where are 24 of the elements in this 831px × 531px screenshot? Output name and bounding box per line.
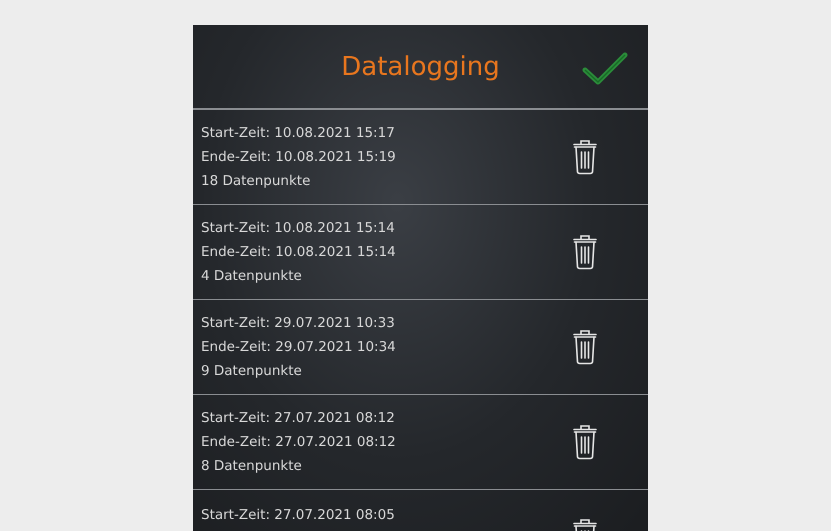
page-title: Datalogging: [341, 54, 500, 80]
end-time: Ende-Zeit: 10.08.2021 15:19: [201, 148, 396, 167]
start-time: Start-Zeit: 27.07.2021 08:05: [201, 506, 395, 525]
start-time: Start-Zeit: 27.07.2021 08:12: [201, 409, 396, 428]
start-time: Start-Zeit: 10.08.2021 15:17: [201, 124, 396, 143]
data-point-count: 8 Datenpunkte: [201, 457, 303, 476]
end-time: Ende-Zeit: 10.08.2021 15:14: [201, 243, 396, 262]
data-point-count: 18 Datenpunkte: [201, 172, 312, 191]
log-entry[interactable]: Start-Zeit: 29.07.2021 10:33 Ende-Zeit: 29.07.2021 10:34 9 Datenpunkte: [193, 300, 648, 395]
start-time: Start-Zeit: 29.07.2021 10:33: [201, 314, 396, 333]
log-entry[interactable]: Start-Zeit: 27.07.2021 08:12 Ende-Zeit: 27.07.2021 08:12 8 Datenpunkte: [193, 395, 648, 490]
log-entry[interactable]: Start-Zeit: 27.07.2021 08:05: [193, 490, 648, 531]
trash-icon[interactable]: [572, 234, 598, 270]
data-point-count: 4 Datenpunkte: [201, 267, 303, 286]
data-point-count: 9 Datenpunkte: [201, 362, 303, 381]
log-entry[interactable]: Start-Zeit: 10.08.2021 15:17 Ende-Zeit: 10.08.2021 15:19 18 Datenpunkte: [193, 110, 648, 205]
end-time: Ende-Zeit: 27.07.2021 08:12: [201, 433, 396, 452]
end-time: Ende-Zeit: 29.07.2021 10:34: [201, 338, 396, 357]
trash-icon[interactable]: [572, 139, 598, 175]
start-time: Start-Zeit: 10.08.2021 15:14: [201, 219, 396, 238]
log-entry[interactable]: Start-Zeit: 10.08.2021 15:14 Ende-Zeit: 10.08.2021 15:14 4 Datenpunkte: [193, 205, 648, 300]
trash-icon[interactable]: [572, 329, 598, 365]
checkmark-button[interactable]: [582, 51, 628, 87]
trash-icon[interactable]: [572, 424, 598, 460]
